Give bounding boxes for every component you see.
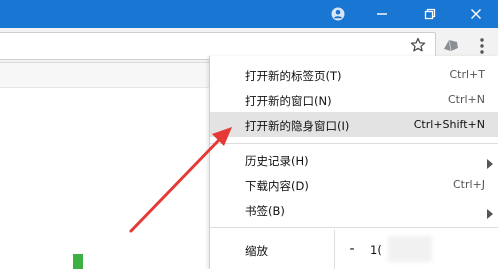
menu-separator xyxy=(210,143,498,144)
restore-icon[interactable] xyxy=(410,0,450,28)
menu-separator xyxy=(210,227,498,228)
chevron-right-icon xyxy=(487,154,493,169)
chevron-right-icon xyxy=(487,204,493,219)
menu-item-shortcut: Ctrl+Shift+N xyxy=(413,118,485,131)
extension-icon[interactable] xyxy=(441,37,461,53)
minimize-icon[interactable] xyxy=(362,0,402,28)
menu-item-label: 打开新的隐身窗口(I) xyxy=(245,119,350,133)
browser-menu: 打开新的标签页(T) Ctrl+T 打开新的窗口(N) Ctrl+N 打开新的隐… xyxy=(209,56,498,269)
menu-item-label: 书签(B) xyxy=(245,204,285,218)
blurred-region xyxy=(388,236,432,262)
menu-item-downloads[interactable]: 下载内容(D) Ctrl+J xyxy=(210,172,498,197)
green-bar xyxy=(73,254,83,269)
menu-item-new-incognito-window[interactable]: 打开新的隐身窗口(I) Ctrl+Shift+N xyxy=(210,112,498,137)
menu-item-shortcut: Ctrl+T xyxy=(449,68,485,81)
menu-item-bookmarks[interactable]: 书签(B) xyxy=(210,197,498,222)
account-icon[interactable] xyxy=(318,0,358,28)
title-bar xyxy=(0,0,498,28)
menu-item-label: 历史记录(H) xyxy=(245,154,309,168)
page-header-strip xyxy=(0,63,210,88)
zoom-out-button[interactable]: - xyxy=(344,239,360,259)
menu-item-new-tab[interactable]: 打开新的标签页(T) Ctrl+T xyxy=(210,62,498,87)
menu-item-label: 下载内容(D) xyxy=(245,179,309,193)
close-icon[interactable] xyxy=(456,0,496,28)
menu-item-shortcut: Ctrl+J xyxy=(452,178,485,191)
more-menu-icon[interactable] xyxy=(476,37,488,55)
menu-item-label: 打开新的窗口(N) xyxy=(245,94,332,108)
zoom-divider xyxy=(334,230,335,269)
menu-item-new-window[interactable]: 打开新的窗口(N) Ctrl+N xyxy=(210,87,498,112)
menu-item-shortcut: Ctrl+N xyxy=(447,93,485,106)
page-content xyxy=(0,63,210,269)
zoom-value: 1( xyxy=(370,243,382,257)
zoom-row: 缩放 - 1( xyxy=(210,230,498,269)
menu-item-history[interactable]: 历史记录(H) xyxy=(210,147,498,172)
zoom-label: 缩放 xyxy=(245,244,268,258)
bookmark-star-icon[interactable] xyxy=(410,37,426,53)
menu-item-label: 打开新的标签页(T) xyxy=(245,69,342,83)
